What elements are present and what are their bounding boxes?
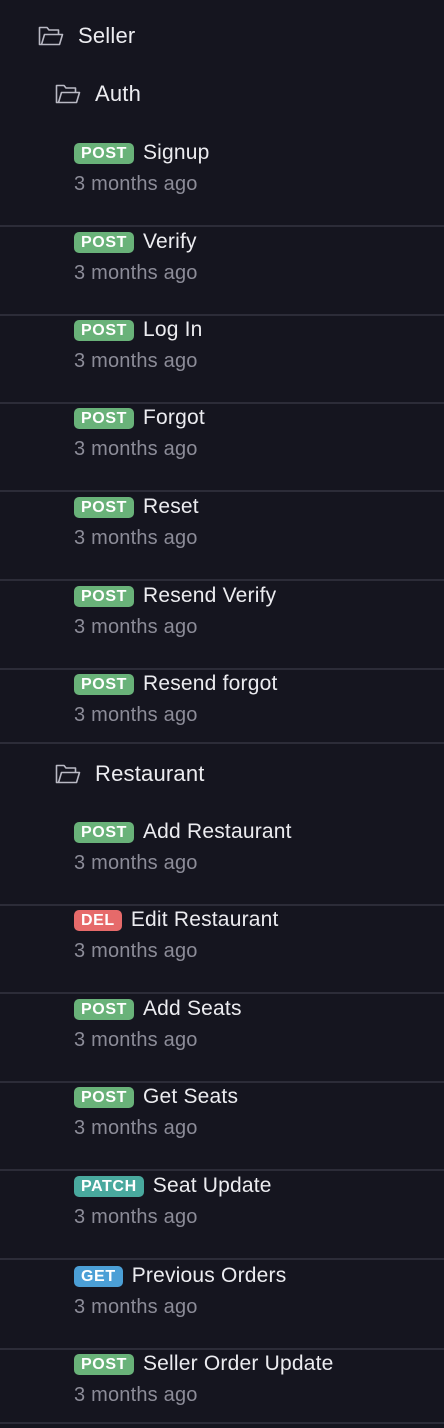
- method-badge: POST: [74, 998, 134, 1020]
- request-item-get-seats[interactable]: POST Get Seats 3 months ago: [0, 1083, 444, 1171]
- request-name: Reset: [142, 495, 199, 518]
- method-badge: POST: [74, 1353, 134, 1375]
- request-item-add-restaurant[interactable]: POST Add Restaurant 3 months ago: [0, 818, 444, 906]
- request-name: Log In: [142, 318, 203, 341]
- method-badge: POST: [74, 496, 134, 518]
- request-timestamp: 3 months ago: [74, 173, 198, 195]
- request-timestamp: 3 months ago: [74, 616, 198, 638]
- request-name: Previous Orders: [131, 1264, 287, 1287]
- folder-seller[interactable]: Seller: [38, 20, 135, 52]
- request-timestamp: 3 months ago: [74, 1117, 198, 1139]
- request-timestamp: 3 months ago: [74, 940, 198, 962]
- request-item-add-seats[interactable]: POST Add Seats 3 months ago: [0, 995, 444, 1083]
- method-badge: PATCH: [74, 1175, 144, 1197]
- folder-auth[interactable]: Auth: [55, 78, 141, 110]
- request-item-verify[interactable]: POST Verify 3 months ago: [0, 228, 444, 316]
- method-badge: POST: [74, 585, 134, 607]
- folder-label: Seller: [78, 23, 136, 48]
- folder-open-icon: [38, 26, 64, 46]
- request-name: Resend Verify: [142, 584, 277, 607]
- request-name: Seller Order Update: [142, 1352, 334, 1375]
- request-name: Seat Update: [152, 1174, 272, 1197]
- request-item-previous-orders[interactable]: GET Previous Orders 3 months ago: [0, 1262, 444, 1350]
- request-timestamp: 3 months ago: [74, 852, 198, 874]
- method-badge: GET: [74, 1265, 123, 1287]
- request-timestamp: 3 months ago: [74, 1384, 198, 1406]
- request-timestamp: 3 months ago: [74, 262, 198, 284]
- request-name: Signup: [142, 141, 210, 164]
- request-name: Get Seats: [142, 1085, 239, 1108]
- request-name: Verify: [142, 230, 197, 253]
- method-badge: POST: [74, 407, 134, 429]
- request-item-resend-forgot[interactable]: POST Resend forgot 3 months ago: [0, 670, 444, 744]
- folder-open-icon: [55, 84, 81, 104]
- request-timestamp: 3 months ago: [74, 704, 198, 726]
- method-badge: POST: [74, 1086, 134, 1108]
- method-badge: POST: [74, 821, 134, 843]
- folder-restaurant[interactable]: Restaurant: [55, 758, 205, 790]
- method-badge: POST: [74, 231, 134, 253]
- request-timestamp: 3 months ago: [74, 1206, 198, 1228]
- method-badge: POST: [74, 142, 134, 164]
- request-name: Resend forgot: [142, 672, 278, 695]
- request-name: Edit Restaurant: [130, 908, 279, 931]
- folder-label: Auth: [95, 81, 142, 106]
- request-item-edit-restaurant[interactable]: DEL Edit Restaurant 3 months ago: [0, 906, 444, 994]
- request-timestamp: 3 months ago: [74, 350, 198, 372]
- method-badge: DEL: [74, 909, 122, 931]
- request-item-log-in[interactable]: POST Log In 3 months ago: [0, 316, 444, 404]
- folder-label: Restaurant: [95, 761, 205, 786]
- method-badge: POST: [74, 319, 134, 341]
- request-name: Add Seats: [142, 997, 242, 1020]
- request-item-seller-order-update[interactable]: POST Seller Order Update 3 months ago: [0, 1350, 444, 1424]
- method-badge: POST: [74, 673, 134, 695]
- request-item-seat-update[interactable]: PATCH Seat Update 3 months ago: [0, 1172, 444, 1260]
- request-item-reset[interactable]: POST Reset 3 months ago: [0, 493, 444, 581]
- request-item-resend-verify[interactable]: POST Resend Verify 3 months ago: [0, 582, 444, 670]
- request-timestamp: 3 months ago: [74, 1029, 198, 1051]
- request-timestamp: 3 months ago: [74, 438, 198, 460]
- request-item-signup[interactable]: POST Signup 3 months ago: [0, 139, 444, 227]
- request-name: Add Restaurant: [142, 820, 292, 843]
- request-name: Forgot: [142, 406, 205, 429]
- folder-open-icon: [55, 764, 81, 784]
- request-item-forgot[interactable]: POST Forgot 3 months ago: [0, 404, 444, 492]
- request-timestamp: 3 months ago: [74, 527, 198, 549]
- request-timestamp: 3 months ago: [74, 1296, 198, 1318]
